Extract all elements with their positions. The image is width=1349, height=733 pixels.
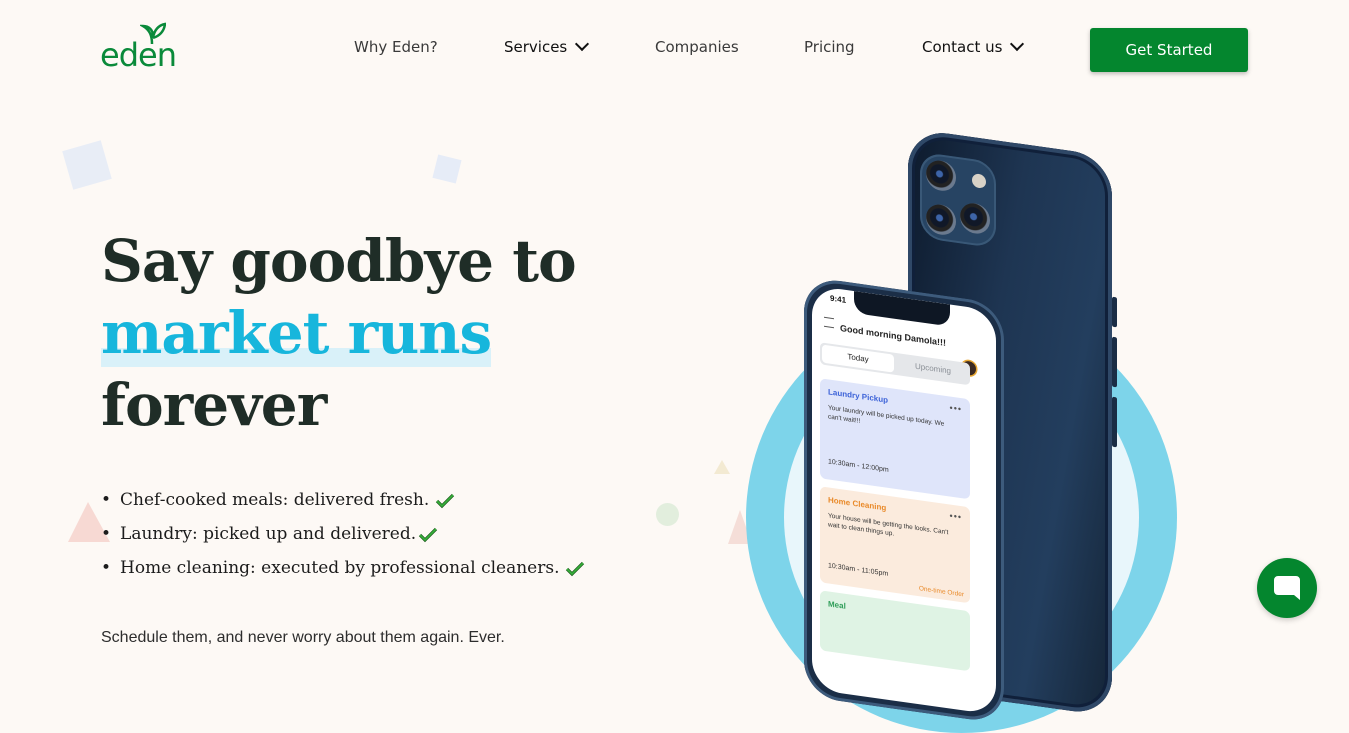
headline-line-1: Say goodbye to: [101, 227, 577, 295]
card-time: 10:30am - 11:05pm: [828, 562, 889, 578]
headline-line-3: forever: [101, 371, 327, 439]
phone-side-button: [1112, 396, 1117, 448]
decorative-circle: [656, 503, 679, 526]
card-body: Your laundry will be picked up today. We…: [828, 404, 945, 428]
check-icon: [419, 527, 438, 542]
phone-front-image: 9:41 Good morning Damola!!! Today Upcomi…: [804, 276, 1004, 725]
card-title: Laundry Pickup: [828, 387, 889, 405]
list-item: Chef-cooked meals: delivered fresh.: [101, 486, 585, 520]
card-title: Home Cleaning: [828, 495, 887, 513]
app-greeting: Good morning Damola!!!: [840, 323, 946, 348]
more-icon: •••: [949, 402, 962, 415]
card-tag: One-time Order: [918, 585, 964, 599]
card-time: 10:30am - 12:00pm: [828, 458, 889, 474]
hero-subtext: Schedule them, and never worry about the…: [101, 629, 505, 646]
decorative-square: [432, 154, 462, 184]
camera-lens-icon: [926, 202, 956, 237]
camera-lens-icon: [926, 158, 956, 193]
card-title: Meal: [828, 599, 846, 611]
nav-why-eden[interactable]: Why Eden?: [354, 38, 438, 56]
feature-text: Laundry: picked up and delivered.: [120, 524, 417, 544]
tab-upcoming: Upcoming: [914, 361, 951, 376]
camera-lens-icon: [960, 201, 990, 236]
get-started-button[interactable]: Get Started: [1090, 28, 1248, 72]
phone-side-button: [1112, 296, 1117, 328]
list-item: Home cleaning: executed by professional …: [101, 554, 585, 588]
check-icon: [566, 561, 585, 576]
nav-companies[interactable]: Companies: [655, 38, 739, 56]
chevron-down-icon: [575, 36, 590, 52]
nav-pricing[interactable]: Pricing: [804, 38, 855, 56]
decorative-triangle: [714, 460, 730, 474]
app-card-cleaning: Home Cleaning ••• Your house will be get…: [820, 486, 970, 604]
phone-notch: [854, 291, 950, 327]
phone-screen: 9:41 Good morning Damola!!! Today Upcomi…: [812, 285, 996, 715]
list-item: Laundry: picked up and delivered.: [101, 520, 585, 554]
phone-side-button: [1112, 336, 1117, 388]
app-tabs: Today Upcoming: [820, 342, 970, 386]
chevron-down-icon: [1010, 36, 1025, 52]
app-card-laundry: Laundry Pickup ••• Your laundry will be …: [820, 378, 970, 500]
camera-module: [920, 151, 996, 249]
headline-highlight: market runs: [101, 299, 492, 367]
more-icon: •••: [949, 510, 962, 523]
feature-text: Home cleaning: executed by professional …: [120, 558, 560, 578]
nav-contact-us[interactable]: Contact us: [922, 36, 1025, 56]
nav-contact-label: Contact us: [922, 38, 1003, 56]
flash-icon: [972, 172, 986, 189]
chat-bubble-icon: [1274, 576, 1300, 600]
chat-widget-button[interactable]: [1257, 558, 1317, 618]
feature-list: Chef-cooked meals: delivered fresh. Laun…: [101, 486, 585, 588]
check-icon: [436, 493, 455, 508]
nav-services-label: Services: [504, 38, 568, 56]
status-time: 9:41: [830, 293, 847, 305]
card-body: Your house will be getting the looks. Ca…: [828, 512, 949, 538]
nav-services[interactable]: Services: [504, 36, 590, 56]
menu-icon: [824, 316, 834, 329]
decorative-square: [62, 140, 112, 190]
tab-today: Today: [822, 344, 894, 373]
hero-headline: Say goodbye to market runs forever: [101, 225, 661, 441]
feature-text: Chef-cooked meals: delivered fresh.: [120, 490, 430, 510]
app-card-meal: Meal: [820, 590, 970, 672]
